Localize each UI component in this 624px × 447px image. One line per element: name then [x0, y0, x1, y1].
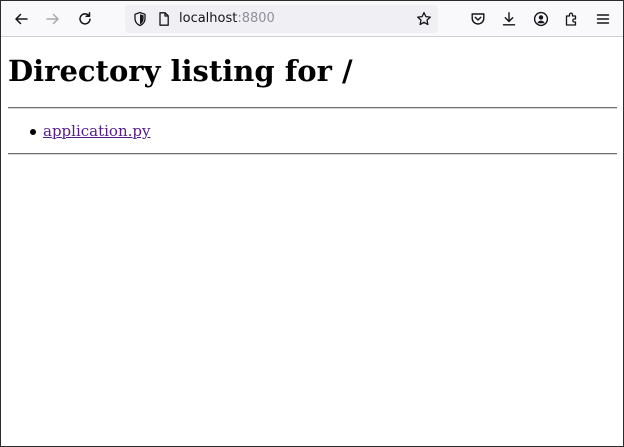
shield-icon[interactable] [132, 11, 148, 31]
download-icon [502, 12, 516, 26]
hamburger-menu-icon [596, 14, 610, 24]
account-icon [533, 11, 549, 27]
star-icon[interactable] [416, 11, 432, 31]
page-title: Directory listing for / [8, 54, 353, 88]
menu-button[interactable] [591, 7, 615, 31]
arrow-right-icon [46, 13, 59, 25]
page-content: Directory listing for / application.py [1, 38, 623, 446]
url-text[interactable]: localhost:8800 [179, 11, 275, 27]
puzzle-icon [565, 12, 577, 26]
arrow-left-icon [15, 13, 28, 25]
forward-button[interactable] [41, 7, 65, 31]
url-host: localhost [179, 11, 238, 26]
url-bar[interactable]: localhost:8800 [125, 5, 438, 33]
list-item: application.py [1, 121, 150, 141]
account-button[interactable] [529, 7, 553, 31]
bullet-icon [30, 129, 36, 135]
page-icon[interactable] [156, 11, 172, 31]
divider-bottom [8, 153, 617, 155]
pocket-icon [471, 13, 485, 25]
file-link-application-py[interactable]: application.py [43, 122, 150, 140]
reload-button[interactable] [73, 7, 97, 31]
browser-toolbar: localhost:8800 [1, 1, 623, 37]
downloads-button[interactable] [497, 7, 521, 31]
back-button[interactable] [9, 7, 33, 31]
extensions-button[interactable] [560, 7, 584, 31]
browser-window: localhost:8800 Directory listing for / a… [0, 0, 624, 447]
reload-icon [79, 12, 91, 25]
url-port: :8800 [237, 11, 275, 26]
divider-top [8, 107, 617, 109]
file-list: application.py [1, 121, 150, 141]
pocket-button[interactable] [466, 7, 490, 31]
